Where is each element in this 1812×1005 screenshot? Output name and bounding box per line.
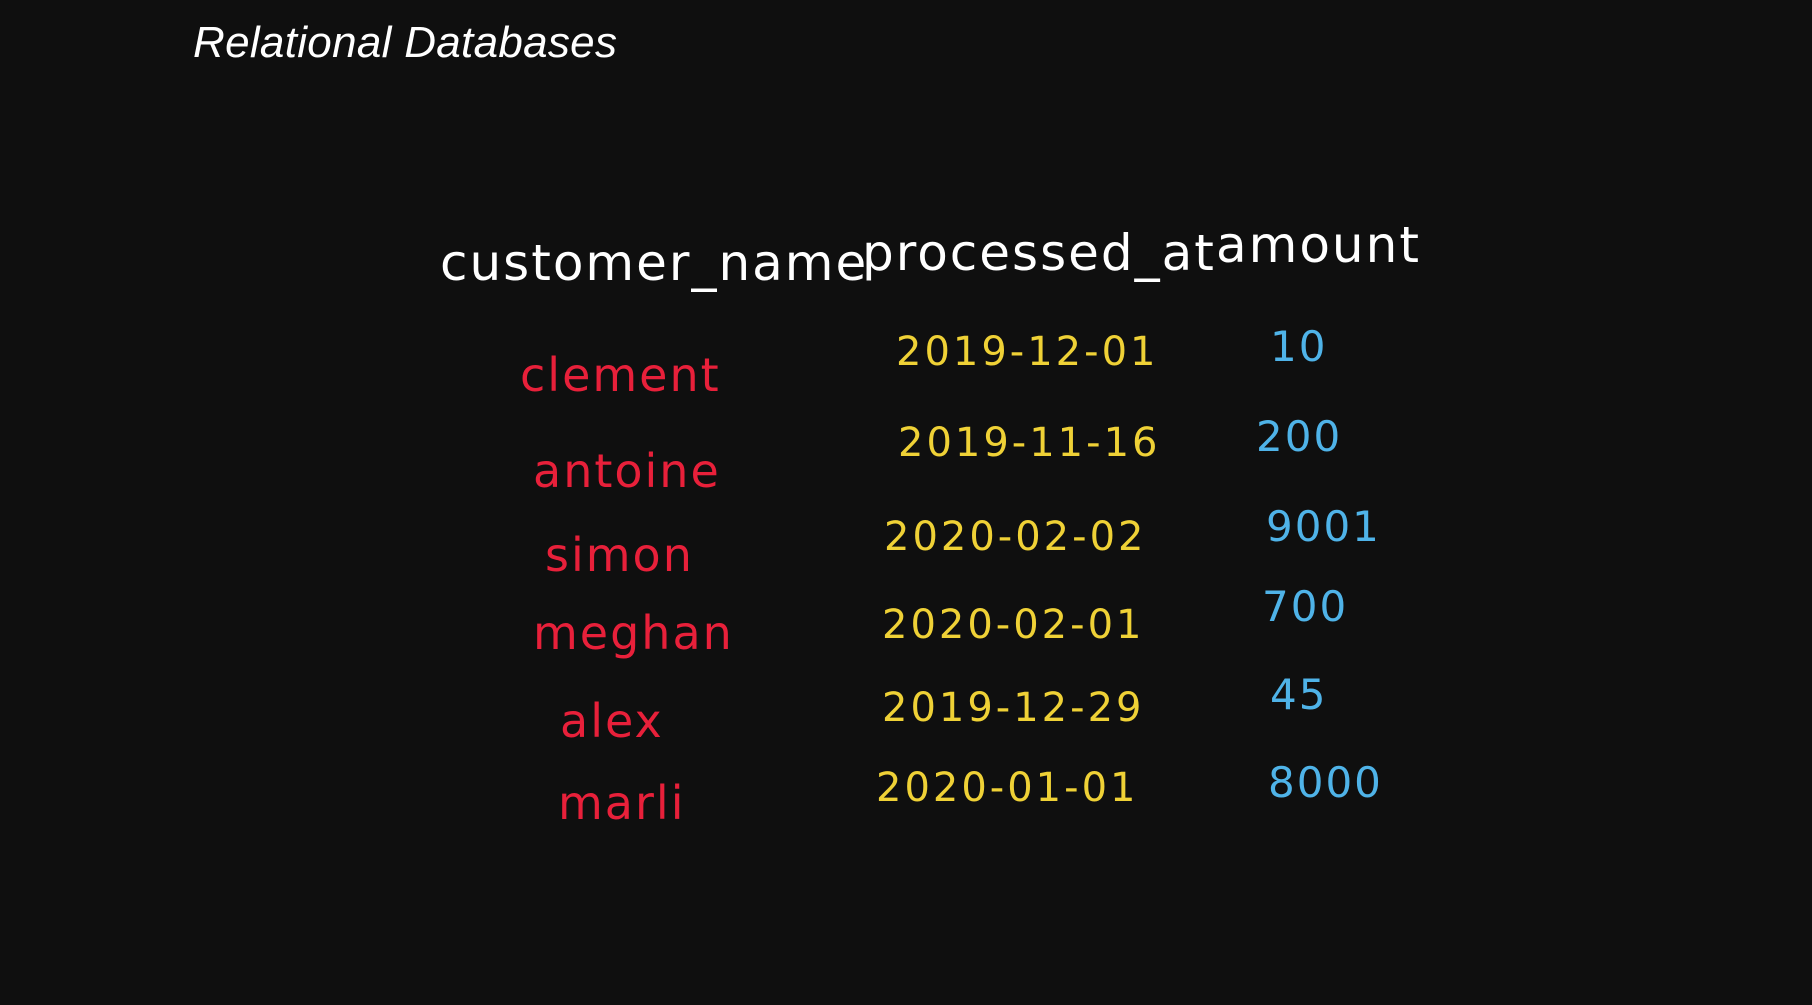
cell-customer-name: clement bbox=[520, 348, 721, 402]
slide-title: Relational Databases bbox=[193, 18, 618, 67]
cell-customer-name: meghan bbox=[533, 606, 734, 660]
column-header-customer-name: customer_name bbox=[440, 234, 869, 292]
cell-customer-name: antoine bbox=[533, 444, 721, 498]
cell-processed-at: 2020-02-01 bbox=[882, 602, 1145, 648]
column-header-amount: amount bbox=[1216, 216, 1421, 274]
cell-processed-at: 2019-11-16 bbox=[898, 420, 1161, 466]
cell-customer-name: alex bbox=[560, 694, 664, 748]
cell-customer-name: simon bbox=[545, 528, 694, 582]
cell-customer-name: marli bbox=[558, 776, 686, 830]
cell-processed-at: 2019-12-01 bbox=[896, 329, 1159, 375]
cell-amount: 10 bbox=[1270, 322, 1328, 371]
cell-processed-at: 2020-01-01 bbox=[876, 765, 1139, 811]
cell-amount: 9001 bbox=[1266, 502, 1381, 551]
column-header-processed-at: processed_at bbox=[862, 224, 1216, 282]
cell-amount: 45 bbox=[1270, 670, 1328, 719]
cell-amount: 200 bbox=[1256, 412, 1343, 461]
cell-processed-at: 2020-02-02 bbox=[884, 514, 1147, 560]
cell-amount: 8000 bbox=[1268, 758, 1383, 807]
cell-amount: 700 bbox=[1262, 582, 1349, 631]
cell-processed-at: 2019-12-29 bbox=[882, 685, 1145, 731]
